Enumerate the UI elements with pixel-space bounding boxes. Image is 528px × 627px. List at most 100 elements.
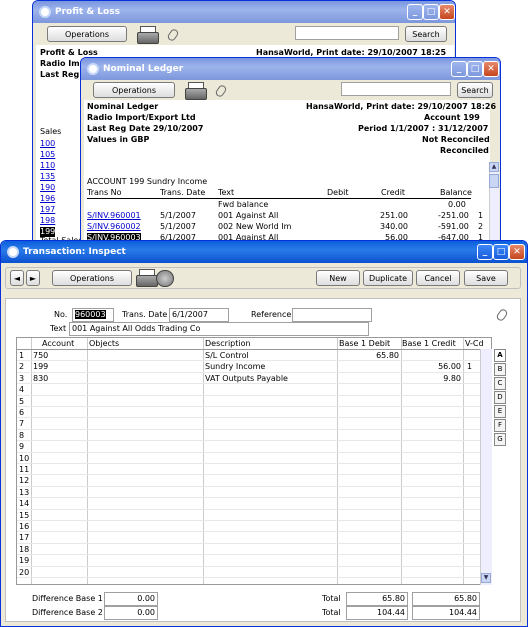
save-button[interactable]: Save — [464, 270, 508, 286]
attachment-icon[interactable] — [495, 307, 509, 323]
grid-tab-e[interactable]: E — [494, 405, 506, 418]
trans-date-label: Trans. Date — [122, 310, 168, 319]
operations-button[interactable]: Operations — [93, 82, 175, 98]
nominal-ledger-titlebar[interactable]: Nominal Ledger _ □ ✕ — [81, 58, 500, 80]
row-description[interactable]: S/L Control — [205, 351, 249, 361]
trans-link[interactable]: S/INV.960002 — [87, 222, 141, 232]
table-row[interactable] — [17, 441, 491, 453]
account-link[interactable]: 105 — [40, 150, 55, 160]
profit-loss-titlebar[interactable]: Profit & Loss _ □ ✕ — [33, 1, 455, 23]
values-currency: Values in GBP — [87, 135, 150, 144]
minimize-icon[interactable]: _ — [477, 244, 493, 260]
table-row[interactable] — [17, 555, 491, 567]
scroll-up-icon[interactable]: ▲ — [489, 162, 499, 172]
search-input[interactable] — [295, 26, 399, 40]
table-row[interactable] — [17, 487, 491, 499]
total1-debit: 65.80 — [346, 592, 408, 606]
grid-tab-a[interactable]: A — [494, 349, 506, 362]
maximize-icon[interactable]: □ — [467, 61, 483, 77]
close-icon[interactable]: ✕ — [483, 61, 499, 77]
table-row[interactable] — [17, 532, 491, 544]
previous-record-button[interactable]: ◄ — [10, 270, 24, 286]
close-icon[interactable]: ✕ — [439, 4, 455, 20]
row-description[interactable]: Sundry Income — [205, 362, 265, 372]
scroll-thumb[interactable] — [489, 174, 499, 188]
account-link[interactable]: 190 — [40, 183, 55, 193]
row-number: 2 — [19, 362, 25, 372]
grid-tab-g[interactable]: G — [494, 433, 506, 446]
grid-scrollbar[interactable]: ▼ — [480, 349, 492, 585]
col-trans-no: Trans No — [87, 188, 122, 197]
grid-tab-d[interactable]: D — [494, 391, 506, 404]
trans-flag: 2 — [478, 222, 484, 231]
next-record-button[interactable]: ► — [26, 270, 40, 286]
report-title: Nominal Ledger — [87, 102, 159, 111]
printer-icon[interactable] — [136, 269, 158, 287]
fwd-balance-label: Fwd balance — [218, 200, 269, 209]
table-row[interactable] — [17, 510, 491, 521]
new-button[interactable]: New — [316, 270, 360, 286]
trans-text: 001 Against All — [218, 211, 279, 220]
row-description[interactable]: VAT Outputs Payable — [205, 374, 288, 384]
row-number: 4 — [19, 385, 25, 395]
table-row[interactable] — [17, 567, 491, 578]
account-link[interactable]: 198 — [40, 216, 55, 226]
col-vcd: V-Cd — [465, 339, 484, 348]
search-button[interactable]: Search — [457, 82, 493, 98]
cancel-button[interactable]: Cancel — [416, 270, 460, 286]
row-vcd[interactable]: 1 — [467, 362, 472, 372]
table-row[interactable] — [17, 396, 491, 407]
printer-icon[interactable] — [137, 26, 159, 44]
diff1-value: 0.00 — [104, 592, 158, 606]
account-link[interactable]: 196 — [40, 194, 55, 204]
account-link[interactable]: 100 — [40, 139, 55, 149]
row-base1-credit[interactable]: 9.80 — [403, 374, 461, 384]
table-row[interactable] — [17, 384, 491, 396]
inspect-titlebar[interactable]: Transaction: Inspect _ □ ✕ — [1, 241, 527, 263]
no-field[interactable]: 960003 — [72, 308, 114, 322]
ledger-scrollbar[interactable]: ▲ — [489, 162, 499, 246]
printer-icon[interactable] — [185, 82, 207, 100]
attachment-icon[interactable] — [214, 83, 228, 99]
minimize-icon[interactable]: _ — [451, 61, 467, 77]
minimize-icon[interactable]: _ — [407, 4, 423, 20]
scroll-down-icon[interactable]: ▼ — [481, 573, 491, 583]
operations-button[interactable]: Operations — [47, 26, 127, 42]
table-row[interactable] — [17, 544, 491, 556]
row-base1-credit[interactable]: 56.00 — [403, 362, 461, 372]
trans-date-field[interactable]: 6/1/2007 — [169, 308, 229, 322]
reference-field[interactable] — [292, 308, 372, 322]
trans-link[interactable]: S/INV.960001 — [87, 211, 141, 221]
maximize-icon[interactable]: □ — [493, 244, 509, 260]
table-row[interactable] — [17, 475, 491, 487]
row-account[interactable]: 830 — [33, 374, 48, 384]
table-row[interactable] — [17, 453, 491, 464]
table-row[interactable] — [17, 407, 491, 419]
transaction-rows-grid[interactable]: Account Objects Description Base 1 Debit… — [16, 337, 492, 585]
table-row[interactable] — [17, 350, 491, 362]
row-account[interactable]: 750 — [33, 351, 48, 361]
search-input[interactable] — [341, 82, 451, 96]
table-row[interactable] — [17, 498, 491, 510]
account-link[interactable]: 135 — [40, 172, 55, 182]
table-row[interactable] — [17, 521, 491, 533]
table-row[interactable] — [17, 418, 491, 430]
grid-tab-b[interactable]: B — [494, 363, 506, 376]
search-button[interactable]: Search — [405, 26, 447, 42]
grid-tab-c[interactable]: C — [494, 377, 506, 390]
attachment-icon[interactable] — [166, 27, 180, 43]
table-row[interactable] — [17, 430, 491, 442]
close-icon[interactable]: ✕ — [509, 244, 525, 260]
text-field[interactable]: 001 Against All Odds Trading Co — [69, 322, 369, 336]
row-account[interactable]: 199 — [33, 362, 48, 372]
account-link[interactable]: 197 — [40, 205, 55, 215]
table-row[interactable] — [17, 464, 491, 476]
row-base1-debit[interactable]: 65.80 — [339, 351, 399, 361]
operations-button[interactable]: Operations — [52, 270, 132, 286]
maximize-icon[interactable]: □ — [423, 4, 439, 20]
globe-icon[interactable] — [156, 270, 174, 287]
account-link[interactable]: 110 — [40, 161, 55, 171]
total1-credit: 65.80 — [412, 592, 480, 606]
duplicate-button[interactable]: Duplicate — [363, 270, 413, 286]
grid-tab-f[interactable]: F — [494, 419, 506, 432]
